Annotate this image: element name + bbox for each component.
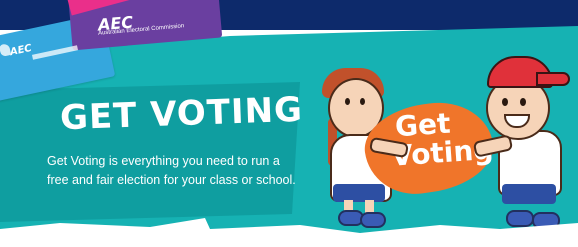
girl-skirt (333, 184, 385, 202)
intro-text: Get Voting is everything you need to run… (47, 154, 296, 187)
girl-shoe (360, 212, 386, 228)
girl-eye (360, 98, 365, 105)
boy-shoe (506, 210, 534, 227)
boy-shorts (502, 184, 556, 204)
get-voting-sign-text: Get Voting (390, 107, 494, 173)
boy-eye (502, 98, 508, 106)
get-voting-banner: AEC Australian Electoral Commission AEC … (0, 0, 578, 247)
girl-eye (345, 98, 350, 105)
boy-eye (520, 98, 526, 106)
boy-cap-visor (536, 72, 570, 86)
page-title: GET VOTING (59, 89, 304, 139)
